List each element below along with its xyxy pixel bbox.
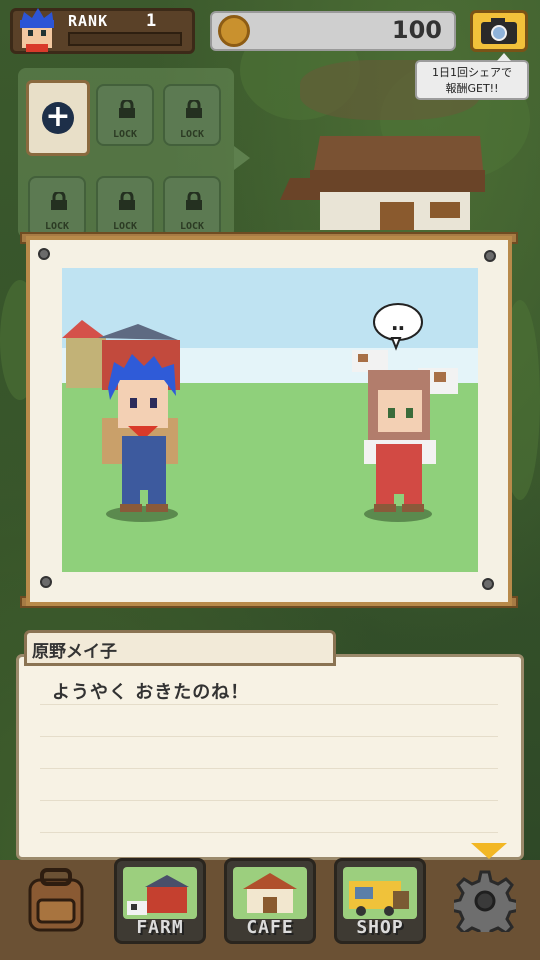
pin-icon bbox=[484, 250, 496, 262]
backpack-icon[interactable] bbox=[24, 868, 88, 934]
slot-panel-pointer bbox=[234, 146, 250, 170]
pin-icon bbox=[482, 578, 494, 590]
triangle-down-icon[interactable] bbox=[471, 843, 507, 859]
dialogue-rule bbox=[40, 736, 498, 737]
dialogue-text: ようやく おきたのね！ bbox=[52, 682, 250, 703]
scene-illustration: ‥ bbox=[62, 268, 478, 572]
camera-icon bbox=[481, 18, 517, 44]
cafe-icon bbox=[233, 867, 307, 919]
dialogue-rule bbox=[40, 768, 498, 769]
coin-icon bbox=[218, 15, 250, 47]
share-tooltip-line2: 報酬GET!! bbox=[445, 82, 499, 95]
pin-icon bbox=[40, 576, 52, 588]
dialogue-rule bbox=[40, 800, 498, 801]
player-avatar-icon bbox=[20, 8, 54, 52]
lock-icon bbox=[51, 192, 67, 210]
coin-amount: 100 bbox=[391, 16, 442, 44]
food-truck-icon bbox=[343, 867, 417, 919]
speech-bubble-text: ‥ bbox=[391, 311, 404, 335]
speaker-name: 原野メイ子 bbox=[32, 642, 117, 662]
lock-label: LOCK bbox=[179, 221, 205, 232]
locked-slot[interactable]: LOCK bbox=[96, 84, 154, 146]
share-tooltip-line1: 1日1回シェアで bbox=[432, 66, 512, 79]
dialogue-rule bbox=[40, 704, 498, 705]
lock-icon bbox=[186, 100, 202, 118]
gear-icon[interactable] bbox=[454, 870, 516, 932]
farmhouse-icon bbox=[280, 136, 490, 240]
lock-label: LOCK bbox=[112, 129, 138, 140]
rank-progress-bar bbox=[68, 32, 182, 46]
nav-cafe-label: CAFE bbox=[246, 917, 294, 938]
share-reward-tooltip: 1日1回シェアで 報酬GET!! bbox=[415, 53, 529, 100]
nav-shop-label: SHOP bbox=[356, 917, 404, 938]
locked-slot[interactable]: LOCK bbox=[163, 84, 221, 146]
barn-icon bbox=[123, 867, 197, 919]
lock-icon bbox=[119, 100, 135, 118]
lock-label: LOCK bbox=[112, 221, 138, 232]
rank-label: RANK bbox=[68, 12, 109, 30]
rank-value: 1 bbox=[146, 11, 157, 31]
lock-label: LOCK bbox=[179, 129, 205, 140]
lock-label: LOCK bbox=[44, 221, 70, 232]
camera-share-button[interactable] bbox=[470, 10, 528, 52]
dialogue-rule bbox=[40, 832, 498, 833]
lock-icon bbox=[119, 192, 135, 210]
story-scene: ‥ bbox=[62, 268, 478, 572]
nav-farm-button[interactable]: FARM bbox=[114, 858, 206, 944]
lock-icon bbox=[186, 192, 202, 210]
locked-slot[interactable]: LOCK bbox=[163, 176, 221, 238]
locked-slot[interactable]: LOCK bbox=[28, 176, 86, 238]
plus-icon[interactable]: + bbox=[42, 102, 74, 134]
nav-cafe-button[interactable]: CAFE bbox=[224, 858, 316, 944]
pin-icon bbox=[38, 248, 50, 260]
locked-slot[interactable]: LOCK bbox=[96, 176, 154, 238]
nav-farm-label: FARM bbox=[136, 917, 184, 938]
nav-shop-button[interactable]: SHOP bbox=[334, 858, 426, 944]
